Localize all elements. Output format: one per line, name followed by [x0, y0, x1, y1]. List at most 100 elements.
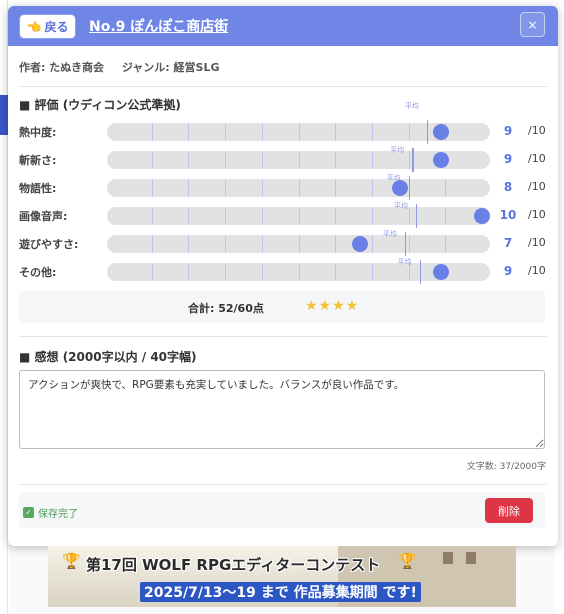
- average-marker: [412, 148, 414, 172]
- slider-tick: [188, 179, 190, 197]
- slider-tick: [298, 207, 300, 225]
- average-marker: [408, 176, 411, 200]
- average-label: 平均: [390, 146, 405, 154]
- slider-tick: [225, 235, 227, 253]
- contest-banner[interactable]: 🏆 🏆 第17回 WOLF RPGエディターコンテスト 2025/7/13〜19…: [48, 546, 516, 607]
- rating-row: 物語性: 平均 8/10: [19, 174, 547, 200]
- slider-tick: [371, 151, 373, 169]
- average-label: 平均: [393, 202, 408, 210]
- rating-score: 10: [499, 208, 517, 222]
- slider-tick: [371, 263, 373, 281]
- slider-tick: [188, 123, 190, 141]
- divider: [19, 336, 547, 337]
- slider-tick: [151, 179, 153, 197]
- slider-tick: [408, 235, 410, 253]
- banner-window: [443, 552, 453, 564]
- rating-label: 熱中度:: [19, 126, 57, 139]
- slider-tick: [151, 263, 153, 281]
- slider-tick: [335, 263, 337, 281]
- slider-tick: [261, 179, 263, 197]
- slider-tick: [371, 123, 373, 141]
- slider-thumb[interactable]: [433, 264, 450, 280]
- impression-textarea[interactable]: アクションが爽快で、RPG要素も充実していました。バランスが良い作品です。: [19, 370, 545, 449]
- rating-label: 物語性:: [19, 182, 57, 195]
- author-text: 作者: たぬき商会: [19, 61, 105, 74]
- delete-button[interactable]: 削除: [485, 498, 533, 523]
- rating-score: 7: [503, 236, 513, 250]
- slider-thumb[interactable]: [433, 124, 450, 140]
- slider-thumb[interactable]: [392, 180, 409, 196]
- rating-max: /10: [528, 236, 546, 249]
- average-marker: [419, 260, 422, 284]
- rating-slider[interactable]: 平均: [107, 258, 490, 284]
- slider-thumb[interactable]: [433, 152, 450, 168]
- slider-tick: [225, 263, 227, 281]
- slider-tick: [261, 151, 263, 169]
- slider-tick: [225, 207, 227, 225]
- back-button-label: 戻る: [44, 20, 69, 34]
- slider-thumb[interactable]: [474, 208, 490, 224]
- rating-label: 画像音声:: [19, 210, 68, 223]
- slider-tick: [151, 235, 153, 253]
- total-score-box: 合計: 52/60点 ★★★★: [19, 291, 545, 323]
- impression-section-title: ■ 感想 (2000字以内 / 40字幅): [19, 350, 197, 364]
- slider-tick: [298, 151, 300, 169]
- slider-tick: [298, 179, 300, 197]
- slider-tick: [335, 235, 337, 253]
- slider-tick: [188, 207, 190, 225]
- rating-row: 遊びやすさ: 平均 7/10: [19, 230, 547, 256]
- average-label: 平均: [397, 258, 412, 266]
- slider-tick: [335, 151, 337, 169]
- slider-tick: [445, 179, 447, 197]
- modal-header: 👈 戻る No.9 ぽんぽこ商店街 ×: [8, 6, 558, 46]
- average-label: 平均: [404, 102, 419, 110]
- trophy-icon: 🏆: [398, 552, 417, 570]
- modal-footer: [19, 492, 545, 528]
- star-rating-icon: ★★★★: [305, 298, 360, 314]
- divider: [19, 86, 547, 87]
- slider-tick: [151, 151, 153, 169]
- rating-label: 遊びやすさ:: [19, 238, 79, 251]
- slider-tick: [225, 123, 227, 141]
- rating-label: その他:: [19, 266, 57, 279]
- banner-period: 2025/7/13〜19 まで 作品募集期間 です!: [140, 582, 421, 602]
- rating-label: 斬新さ:: [19, 154, 57, 167]
- back-button[interactable]: 👈 戻る: [19, 14, 76, 39]
- game-title-link[interactable]: No.9 ぽんぽこ商店街: [89, 16, 228, 36]
- slider-tick: [261, 263, 263, 281]
- rating-slider[interactable]: 平均: [107, 146, 490, 172]
- rating-row: その他: 平均 9/10: [19, 258, 547, 284]
- rating-slider[interactable]: 平均: [107, 174, 490, 200]
- rating-max: /10: [528, 264, 546, 277]
- average-marker: [426, 120, 429, 144]
- rating-max: /10: [528, 124, 546, 137]
- banner-window: [466, 552, 476, 564]
- rating-section-title: ■ 評価 (ウディコン公式準拠): [19, 98, 181, 112]
- average-marker: [404, 232, 407, 256]
- slider-tick: [335, 207, 337, 225]
- game-meta: 作者: たぬき商会 ジャンル: 経営SLG: [19, 59, 234, 75]
- close-button[interactable]: ×: [520, 12, 545, 37]
- slider-tick: [298, 235, 300, 253]
- review-modal: 👈 戻る No.9 ぽんぽこ商店街 × 作者: たぬき商会 ジャンル: 経営SL…: [8, 6, 558, 546]
- checkbox-checked-icon: ✓: [23, 507, 34, 518]
- rating-slider[interactable]: 平均: [107, 202, 490, 228]
- slider-tick: [335, 123, 337, 141]
- slider-tick: [188, 235, 190, 253]
- background-page-decoration: [0, 95, 8, 135]
- slider-tick: [408, 151, 410, 169]
- slider-tick: [261, 207, 263, 225]
- slider-tick: [371, 235, 373, 253]
- divider: [19, 484, 547, 485]
- rating-max: /10: [528, 208, 546, 221]
- background-page-edge: [0, 0, 8, 614]
- rating-slider[interactable]: 平均: [107, 102, 490, 144]
- rating-row: 斬新さ: 平均 9/10: [19, 146, 547, 172]
- slider-thumb[interactable]: [351, 236, 368, 252]
- banner-headline: 第17回 WOLF RPGエディターコンテスト: [86, 556, 381, 574]
- trophy-icon: 🏆: [62, 552, 81, 570]
- rating-row: 熱中度: 平均 9/10: [19, 102, 547, 144]
- slider-tick: [408, 207, 410, 225]
- total-score-text: 合計: 52/60点: [188, 302, 264, 315]
- rating-slider[interactable]: 平均: [107, 230, 490, 256]
